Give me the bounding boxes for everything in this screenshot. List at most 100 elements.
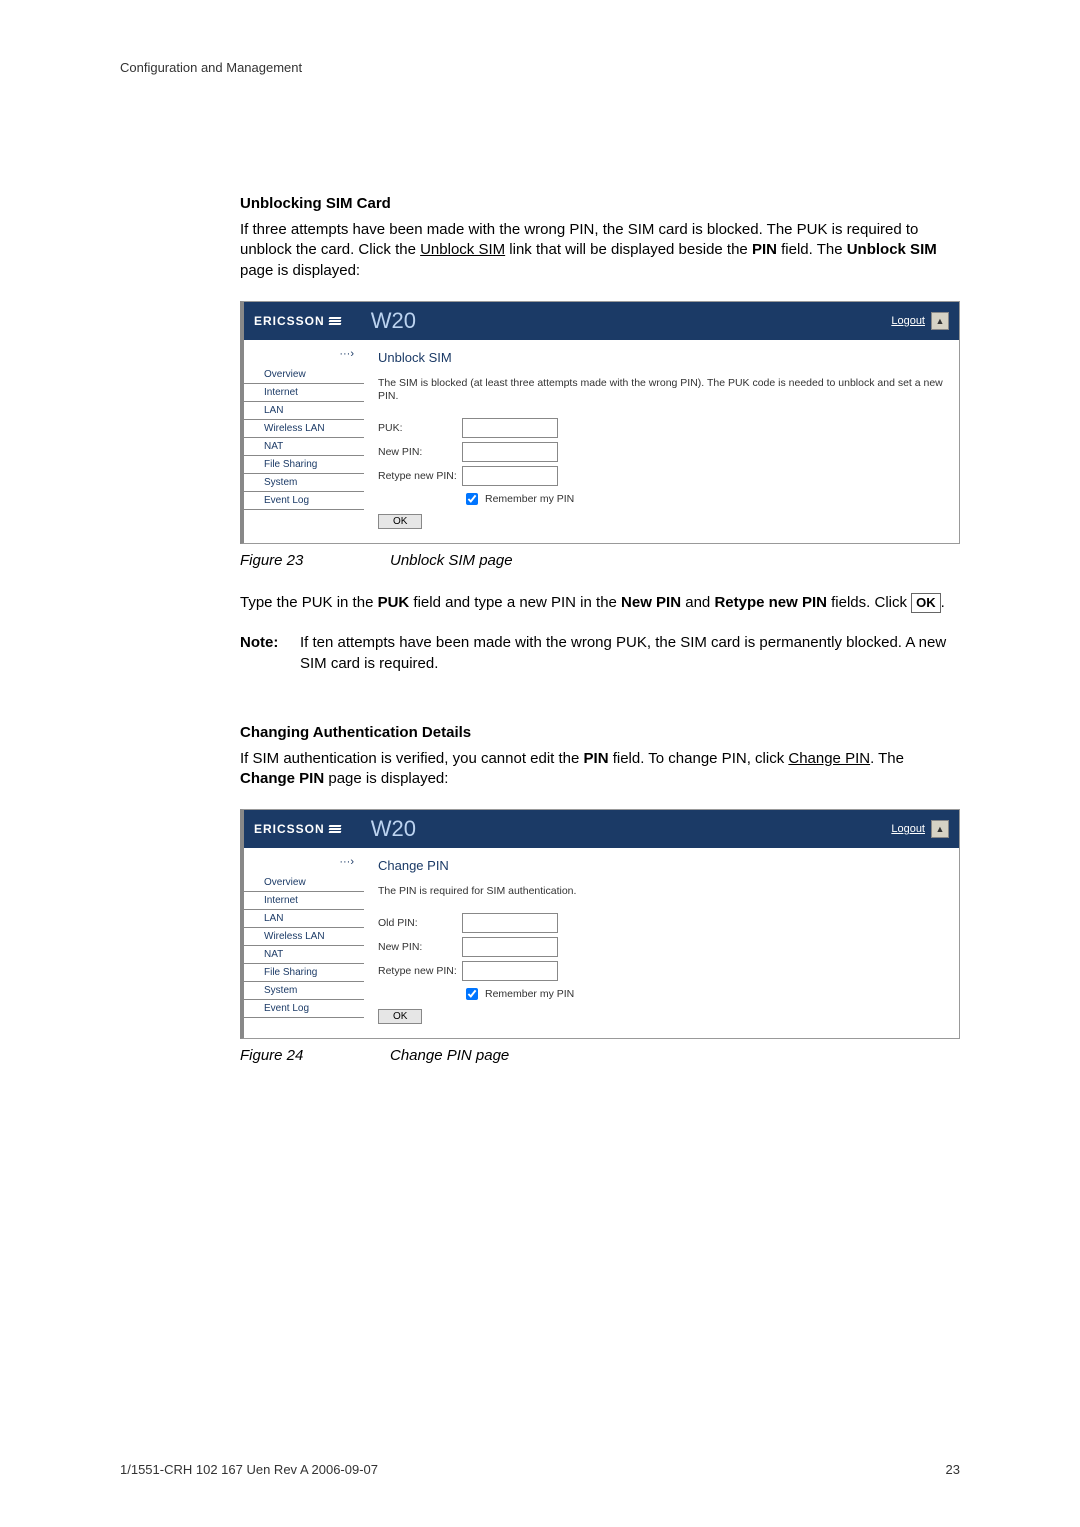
bold-text: PIN (584, 750, 609, 767)
text: page is displayed: (240, 262, 360, 279)
sidebar-item-nat[interactable]: NAT (244, 946, 364, 964)
puk-input[interactable] (462, 418, 558, 438)
sidebar-item-system[interactable]: System (244, 474, 364, 492)
sidebar-item-file-sharing[interactable]: File Sharing (244, 456, 364, 474)
sidebar-item-overview[interactable]: Overview (244, 874, 364, 892)
text: link that will be displayed beside the (505, 241, 752, 258)
ericsson-bars-icon (329, 316, 341, 326)
unblock-sim-link-text: Unblock SIM (420, 241, 505, 258)
bold-text: Retype new PIN (714, 594, 827, 611)
bold-text: Unblock SIM (847, 241, 937, 258)
page-footer: 1/1551-CRH 102 167 Uen Rev A 2006-09-07 … (120, 1462, 960, 1477)
sidebar: ···› Overview Internet LAN Wireless LAN … (244, 340, 364, 543)
note-text: If ten attempts have been made with the … (300, 633, 960, 674)
puk-label: PUK: (378, 422, 462, 434)
new-pin-label: New PIN: (378, 446, 462, 458)
note-block: Note: If ten attempts have been made wit… (240, 633, 960, 674)
bold-text: PUK (378, 594, 410, 611)
scroll-up-icon[interactable]: ▲ (931, 312, 949, 330)
sidebar-item-internet[interactable]: Internet (244, 384, 364, 402)
sidebar: ···› Overview Internet LAN Wireless LAN … (244, 848, 364, 1038)
text: field. The (777, 241, 847, 258)
retype-pin-input[interactable] (462, 961, 558, 981)
new-pin-input[interactable] (462, 937, 558, 957)
section-title-unblocking: Unblocking SIM Card (240, 195, 960, 212)
note-label: Note: (240, 633, 300, 674)
scroll-up-icon[interactable]: ▲ (931, 820, 949, 838)
panel-title: Unblock SIM (378, 350, 945, 365)
figure-number: Figure 23 (240, 552, 390, 569)
figure-title: Change PIN page (390, 1047, 509, 1064)
product-name: W20 (371, 816, 416, 842)
figure-caption: Figure 23 Unblock SIM page (240, 552, 960, 569)
ok-inline-button: OK (911, 593, 941, 613)
form-row-retype: Retype new PIN: (378, 961, 945, 981)
logout-link[interactable]: Logout (891, 823, 925, 835)
main-panel: Change PIN The PIN is required for SIM a… (364, 848, 959, 1038)
sidebar-item-wireless-lan[interactable]: Wireless LAN (244, 420, 364, 438)
panel-message: The PIN is required for SIM authenticati… (378, 885, 945, 899)
form-row-puk: PUK: (378, 418, 945, 438)
running-header: Configuration and Management (120, 60, 960, 75)
ericsson-bars-icon (329, 824, 341, 834)
paragraph: If SIM authentication is verified, you c… (240, 749, 960, 790)
figure-caption: Figure 24 Change PIN page (240, 1047, 960, 1064)
sidebar-item-nat[interactable]: NAT (244, 438, 364, 456)
ok-button[interactable]: OK (378, 514, 422, 529)
figure-number: Figure 24 (240, 1047, 390, 1064)
retype-label: Retype new PIN: (378, 470, 462, 482)
product-name: W20 (371, 308, 416, 334)
text: and (681, 594, 714, 611)
retype-label: Retype new PIN: (378, 965, 462, 977)
page-number: 23 (946, 1462, 960, 1477)
remember-label: Remember my PIN (485, 493, 574, 505)
text: If SIM authentication is verified, you c… (240, 750, 584, 767)
sidebar-item-event-log[interactable]: Event Log (244, 492, 364, 510)
figure-change-pin: ERICSSON W20 Logout ▲ ···› Overview Inte… (240, 809, 960, 1039)
sidebar-item-internet[interactable]: Internet (244, 892, 364, 910)
new-pin-input[interactable] (462, 442, 558, 462)
remember-row: Remember my PIN (462, 985, 945, 1003)
remember-row: Remember my PIN (462, 490, 945, 508)
footer-doc-id: 1/1551-CRH 102 167 Uen Rev A 2006-09-07 (120, 1462, 378, 1477)
sidebar-item-event-log[interactable]: Event Log (244, 1000, 364, 1018)
form-row-retype: Retype new PIN: (378, 466, 945, 486)
sidebar-item-system[interactable]: System (244, 982, 364, 1000)
figure-title: Unblock SIM page (390, 552, 513, 569)
text: field. To change PIN, click (609, 750, 789, 767)
retype-pin-input[interactable] (462, 466, 558, 486)
figure-unblock-sim: ERICSSON W20 Logout ▲ ···› Overview Inte… (240, 301, 960, 544)
old-pin-label: Old PIN: (378, 917, 462, 929)
remember-label: Remember my PIN (485, 988, 574, 1000)
sidebar-arrow-icon: ···› (244, 348, 364, 360)
text: field and type a new PIN in the (409, 594, 621, 611)
app-header: ERICSSON W20 Logout ▲ (244, 810, 959, 848)
paragraph: Type the PUK in the PUK field and type a… (240, 593, 960, 613)
sidebar-item-wireless-lan[interactable]: Wireless LAN (244, 928, 364, 946)
app-header: ERICSSON W20 Logout ▲ (244, 302, 959, 340)
ok-button[interactable]: OK (378, 1009, 422, 1024)
paragraph: If three attempts have been made with th… (240, 220, 960, 281)
ericsson-logo: ERICSSON (254, 314, 341, 328)
sidebar-item-file-sharing[interactable]: File Sharing (244, 964, 364, 982)
new-pin-label: New PIN: (378, 941, 462, 953)
sidebar-item-lan[interactable]: LAN (244, 402, 364, 420)
bold-text: Change PIN (240, 770, 324, 787)
sidebar-item-overview[interactable]: Overview (244, 366, 364, 384)
change-pin-link-text: Change PIN (788, 750, 870, 767)
text: Type the PUK in the (240, 594, 378, 611)
remember-checkbox[interactable] (466, 493, 478, 505)
logout-link[interactable]: Logout (891, 315, 925, 327)
bold-text: New PIN (621, 594, 681, 611)
section-title-changing-auth: Changing Authentication Details (240, 724, 960, 741)
panel-message: The SIM is blocked (at least three attem… (378, 377, 945, 404)
text: fields. Click (827, 594, 911, 611)
main-panel: Unblock SIM The SIM is blocked (at least… (364, 340, 959, 543)
sidebar-arrow-icon: ···› (244, 856, 364, 868)
logo-text: ERICSSON (254, 314, 325, 328)
text: page is displayed: (324, 770, 448, 787)
remember-checkbox[interactable] (466, 988, 478, 1000)
sidebar-item-lan[interactable]: LAN (244, 910, 364, 928)
old-pin-input[interactable] (462, 913, 558, 933)
form-row-new-pin: New PIN: (378, 442, 945, 462)
